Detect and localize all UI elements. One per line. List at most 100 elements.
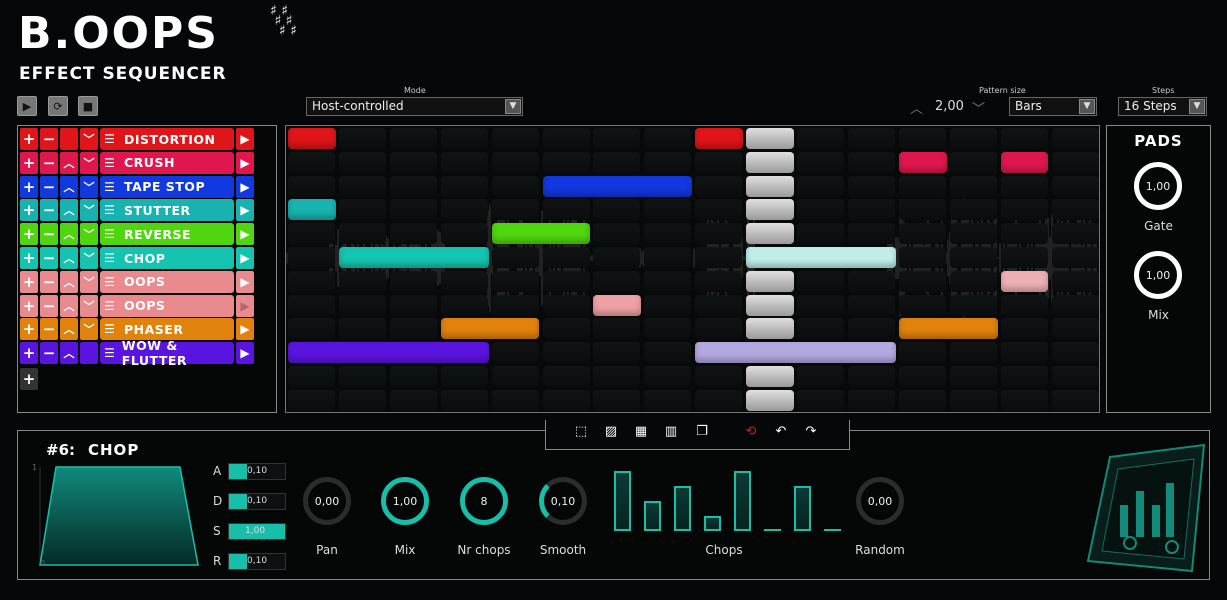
grid-cell[interactable]: [695, 223, 743, 245]
play-effect-button[interactable]: ▶: [236, 318, 254, 341]
grid-cell[interactable]: [898, 175, 946, 197]
effect-name-button[interactable]: ☰ OOPS: [100, 270, 234, 293]
playhead-step[interactable]: [746, 199, 795, 221]
remove-effect-button[interactable]: −: [40, 128, 58, 150]
remove-effect-button[interactable]: −: [40, 199, 58, 222]
grid-cell[interactable]: [898, 366, 946, 387]
move-down-effect-button[interactable]: ﹀: [80, 151, 98, 174]
effect-name-button[interactable]: ☰ CHOP: [100, 247, 234, 269]
grid-cell[interactable]: [847, 389, 895, 411]
grid-cell[interactable]: [1000, 366, 1048, 387]
grid-cell[interactable]: [949, 223, 997, 245]
grid-cell[interactable]: [949, 151, 997, 173]
grid-cell[interactable]: [1051, 199, 1099, 221]
grid-cell[interactable]: [1000, 175, 1048, 197]
grid-cell[interactable]: [440, 223, 488, 245]
grid-cell[interactable]: [389, 270, 437, 292]
grid-cell[interactable]: [949, 175, 997, 197]
grid-cell[interactable]: [542, 318, 590, 340]
grid-cell[interactable]: [1051, 223, 1099, 245]
grid-cell[interactable]: [1051, 270, 1099, 292]
redo-icon[interactable]: ↷: [803, 424, 819, 440]
grid-cell[interactable]: [949, 389, 997, 411]
mode-select[interactable]: Host-controlled ▼: [306, 97, 523, 116]
step-block[interactable]: [695, 342, 896, 364]
copy-icon[interactable]: ▦: [633, 424, 649, 440]
adsr-slider[interactable]: 0,10: [228, 553, 286, 570]
stop-button[interactable]: ■: [78, 96, 98, 116]
grid-cell[interactable]: [1000, 199, 1048, 221]
grid-cell[interactable]: [491, 294, 539, 316]
add-effect-button[interactable]: +: [20, 247, 38, 269]
grid-cell[interactable]: [1000, 318, 1048, 340]
grid-cell[interactable]: [1051, 342, 1099, 364]
move-up-effect-button[interactable]: ︿: [60, 294, 78, 317]
grid-cell[interactable]: [491, 128, 539, 149]
play-effect-button[interactable]: ▶: [236, 199, 254, 222]
step-block[interactable]: [491, 223, 591, 245]
select-icon[interactable]: ⬚: [573, 424, 589, 440]
gate-knob[interactable]: 1,00: [1134, 162, 1182, 210]
move-up-effect-button[interactable]: ︿: [60, 318, 78, 341]
playhead-step[interactable]: [746, 318, 795, 340]
grid-cell[interactable]: [644, 366, 692, 387]
move-down-effect-button[interactable]: ﹀: [80, 128, 98, 150]
grid-cell[interactable]: [542, 389, 590, 411]
chop-bar[interactable]: [764, 529, 781, 531]
grid-cell[interactable]: [542, 270, 590, 292]
grid-cell[interactable]: [593, 199, 641, 221]
add-effect-button[interactable]: +: [20, 270, 38, 293]
grid-cell[interactable]: [593, 389, 641, 411]
pattern-size-decrease[interactable]: ︿: [910, 98, 923, 117]
envelope-graph[interactable]: [30, 463, 200, 569]
pattern-size-increase[interactable]: ﹀: [972, 98, 985, 117]
grid-cell[interactable]: [593, 366, 641, 387]
grid-cell[interactable]: [491, 247, 539, 268]
move-down-effect-button[interactable]: ﹀: [80, 318, 98, 341]
grid-cell[interactable]: [1051, 318, 1099, 340]
grid-cell[interactable]: [949, 342, 997, 364]
add-effect-button[interactable]: +: [20, 342, 38, 365]
play-effect-button[interactable]: ▶: [236, 342, 254, 365]
remove-effect-button[interactable]: −: [40, 247, 58, 269]
grid-cell[interactable]: [389, 199, 437, 221]
grid-cell[interactable]: [542, 128, 590, 149]
grid-cell[interactable]: [491, 270, 539, 292]
chop-bar[interactable]: [824, 529, 841, 531]
add-effect-button[interactable]: +: [20, 128, 38, 150]
effect-name-button[interactable]: ☰ DISTORTION: [100, 128, 234, 150]
grid-cell[interactable]: [288, 270, 335, 292]
step-block[interactable]: [542, 175, 693, 197]
grid-cell[interactable]: [898, 270, 946, 292]
move-down-effect-button[interactable]: ﹀: [80, 294, 98, 317]
grid-cell[interactable]: [644, 342, 692, 364]
grid-cell[interactable]: [593, 270, 641, 292]
play-effect-button[interactable]: ▶: [236, 223, 254, 246]
grid-cell[interactable]: [389, 175, 437, 197]
grid-cell[interactable]: [847, 318, 895, 340]
adsr-slider[interactable]: 0,10: [228, 463, 286, 480]
move-up-effect-button[interactable]: [60, 128, 78, 150]
step-block[interactable]: [288, 128, 336, 149]
adsr-slider[interactable]: 1,00: [228, 523, 286, 540]
step-block[interactable]: [288, 199, 336, 221]
grid-cell[interactable]: [288, 366, 335, 387]
move-up-effect-button[interactable]: ︿: [60, 247, 78, 269]
grid-cell[interactable]: [1000, 128, 1048, 149]
grid-cell[interactable]: [797, 270, 844, 292]
grid-cell[interactable]: [1051, 389, 1099, 411]
step-block[interactable]: [1000, 151, 1049, 173]
chop-bar[interactable]: [704, 516, 721, 531]
playhead-step[interactable]: [746, 128, 795, 149]
grid-cell[interactable]: [644, 389, 692, 411]
grid-cell[interactable]: [797, 366, 844, 387]
add-effect-button[interactable]: +: [20, 199, 38, 222]
grid-cell[interactable]: [797, 128, 844, 149]
move-up-effect-button[interactable]: ︿: [60, 223, 78, 246]
grid-cell[interactable]: [440, 175, 488, 197]
remove-effect-button[interactable]: −: [40, 223, 58, 246]
knob-mix[interactable]: 1,00: [381, 477, 429, 525]
grid-cell[interactable]: [949, 294, 997, 316]
grid-cell[interactable]: [440, 199, 488, 221]
reset-icon[interactable]: ⟲: [743, 424, 759, 440]
